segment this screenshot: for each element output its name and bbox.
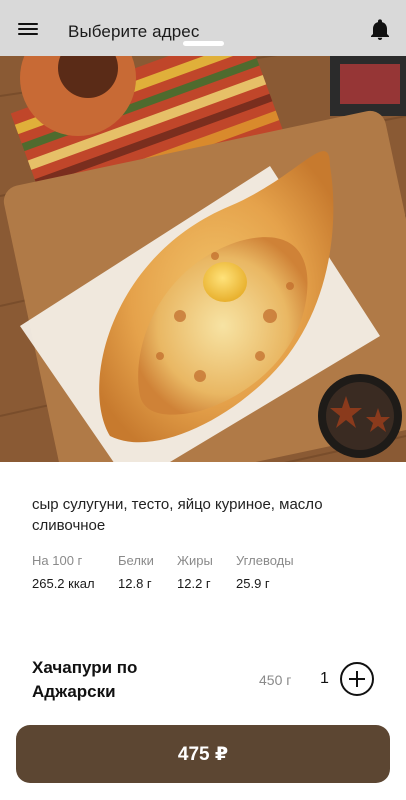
nutrition-protein: Белки 12.8 г [118, 553, 177, 591]
nutrition-label: Углеводы [236, 553, 294, 568]
product-weight: 450 г [259, 672, 292, 688]
sheet-grabber[interactable] [183, 41, 224, 46]
menu-icon[interactable] [18, 21, 40, 37]
nutrition-carbs: Углеводы 25.9 г [236, 553, 316, 591]
address-selector[interactable]: Выберите адрес [68, 22, 199, 42]
product-description: сыр сулугуни, тесто, яйцо куриное, масло… [32, 496, 323, 534]
app-header: Выберите адрес [0, 0, 406, 56]
product-image [0, 56, 406, 462]
increase-quantity-button[interactable] [340, 662, 374, 696]
nutrition-table: На 100 г 265.2 ккал Белки 12.8 г Жиры 12… [32, 553, 316, 591]
nutrition-value: 12.8 г [118, 576, 152, 591]
nutrition-label: На 100 г [32, 553, 83, 568]
nutrition-per-100g: На 100 г 265.2 ккал [32, 553, 118, 591]
product-title: Хачапури по Аджарски [32, 658, 138, 701]
bell-icon[interactable] [368, 18, 392, 42]
nutrition-value: 25.9 г [236, 576, 270, 591]
nutrition-fat: Жиры 12.2 г [177, 553, 236, 591]
nutrition-label: Белки [118, 553, 154, 568]
nutrition-label: Жиры [177, 553, 213, 568]
quantity-value: 1 [320, 670, 329, 687]
nutrition-value: 265.2 ккал [32, 576, 95, 591]
nutrition-value: 12.2 г [177, 576, 211, 591]
add-to-cart-button[interactable]: 475 ₽ [16, 725, 390, 783]
